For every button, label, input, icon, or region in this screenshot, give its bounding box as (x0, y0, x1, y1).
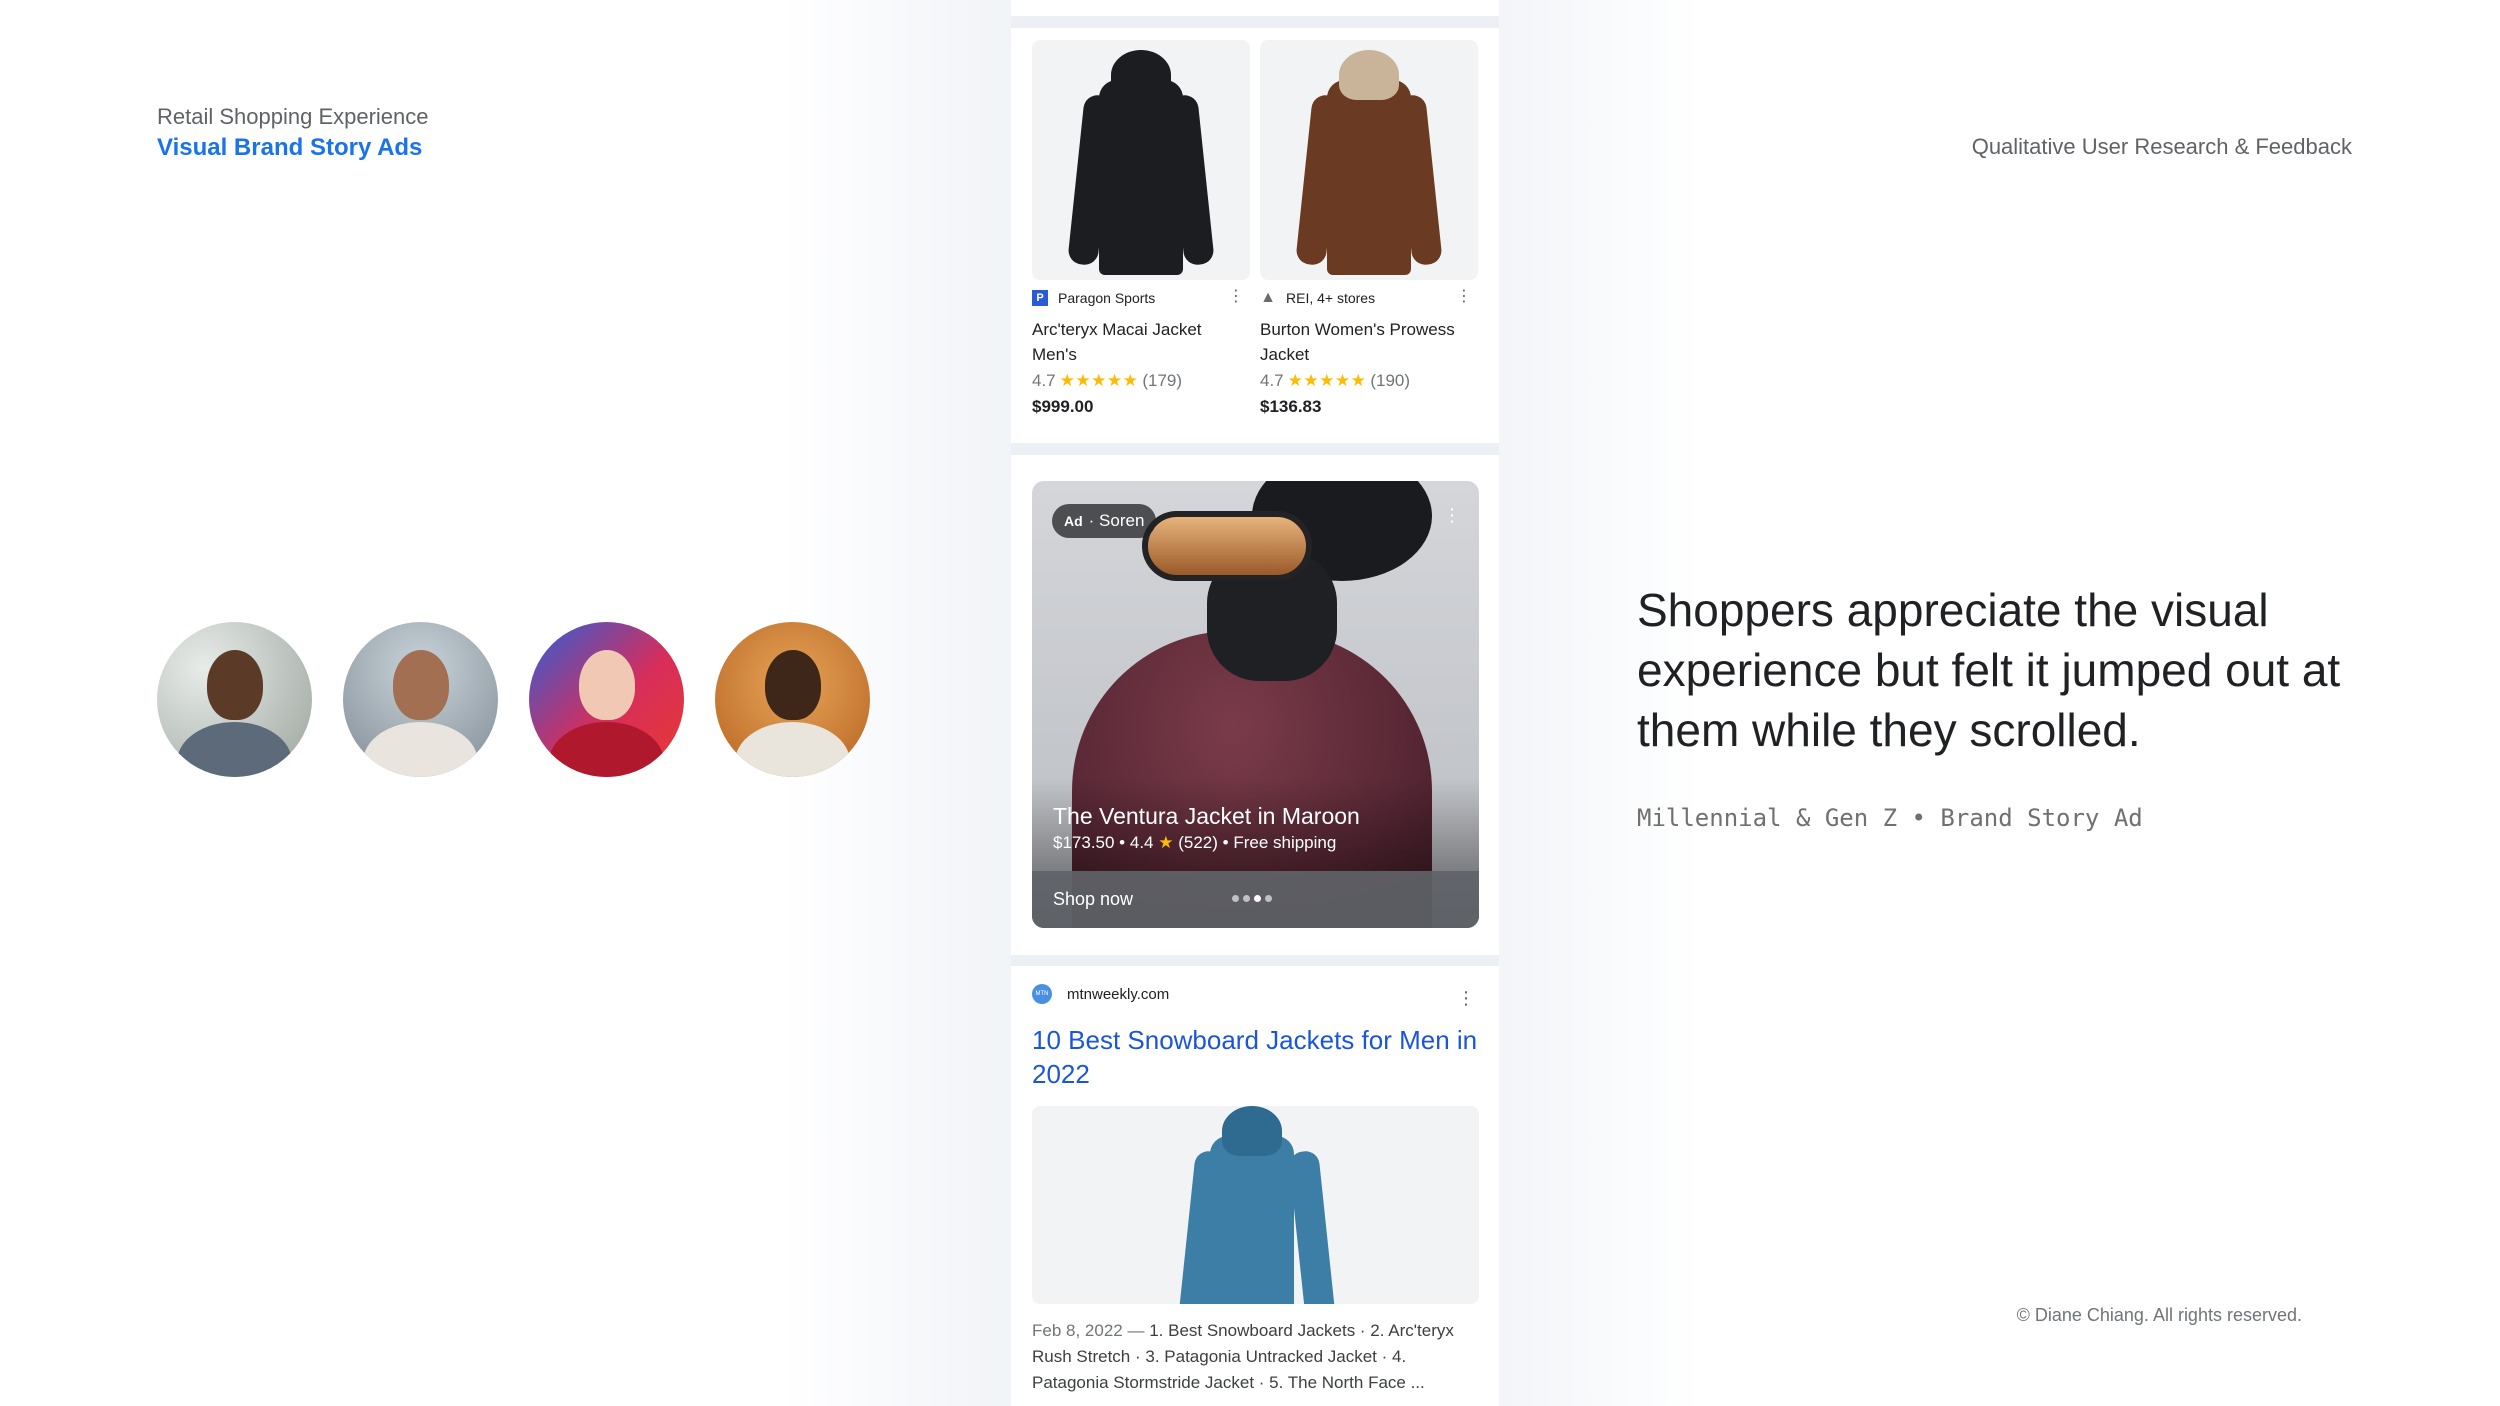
article-date: Feb 8, 2022 — (1032, 1321, 1145, 1340)
ad-product-meta: $173.50 • 4.4 ★ (522) • Free shipping (1053, 833, 1336, 853)
article-result-card: MTN mtnweekly.com ⋮ 10 Best Snowboard Ja… (1011, 966, 1499, 1406)
ad-hero-image[interactable]: Ad · Soren ⋮ The Ventura Jacket in Maroon… (1032, 481, 1479, 928)
paragon-logo-icon: P (1032, 290, 1048, 306)
product-name[interactable]: Burton Women's Prowess Jacket (1260, 317, 1478, 367)
copyright: © Diane Chiang. All rights reserved. (2016, 1305, 2302, 1325)
jacket-image (1178, 1106, 1336, 1304)
carousel-indicator[interactable] (1232, 895, 1272, 902)
ad-rating: 4.4 (1129, 833, 1154, 852)
ad-badge: Ad · Soren (1052, 504, 1157, 538)
carousel-dot-active[interactable] (1254, 895, 1261, 902)
carousel-dot[interactable] (1232, 895, 1239, 902)
tree-icon: ▲ (1260, 289, 1276, 306)
article-title-link[interactable]: 10 Best Snowboard Jackets for Men in 202… (1032, 1023, 1482, 1091)
merchant-row: P Paragon Sports ⋮ (1032, 289, 1250, 307)
avatar (343, 622, 498, 777)
advertiser-name: · Soren (1088, 511, 1145, 530)
more-options-icon[interactable]: ⋮ (1457, 988, 1475, 1009)
shop-now-bar[interactable]: Shop now (1032, 871, 1479, 928)
avatar (529, 622, 684, 777)
product-image[interactable] (1032, 40, 1250, 280)
star-icon: ★ (1158, 833, 1174, 852)
product-name[interactable]: Arc'teryx Macai Jacket Men's (1032, 317, 1250, 367)
ad-label: Ad (1064, 513, 1083, 529)
brand-story-ad-card: Ad · Soren ⋮ The Ventura Jacket in Maroon… (1011, 455, 1499, 955)
goggle-shape (1142, 511, 1312, 581)
more-options-icon[interactable]: ⋮ (1456, 289, 1472, 305)
product-listings-card: P Paragon Sports ⋮ Arc'teryx Macai Jacke… (1011, 28, 1499, 443)
merchant-row: ▲ REI, 4+ stores ⋮ (1260, 289, 1478, 307)
jacket-image (1067, 50, 1215, 275)
product-card[interactable]: ▲ REI, 4+ stores ⋮ Burton Women's Prowes… (1260, 40, 1478, 417)
product-rating: 4.7 ★★★★★ (179) (1032, 371, 1250, 391)
section-kicker: Retail Shopping Experience (157, 104, 429, 129)
merchant-name: Paragon Sports (1058, 290, 1156, 306)
phone-search-results[interactable]: P Paragon Sports ⋮ Arc'teryx Macai Jacke… (1011, 0, 1499, 1406)
more-options-icon[interactable]: ⋮ (1228, 289, 1244, 305)
product-card[interactable]: P Paragon Sports ⋮ Arc'teryx Macai Jacke… (1032, 40, 1250, 417)
product-price: $136.83 (1260, 397, 1322, 416)
section-title: Visual Brand Story Ads (157, 134, 423, 161)
jacket-image (1295, 50, 1443, 275)
insight-segment: Millennial & Gen Z • Brand Story Ad (1637, 804, 2143, 832)
avatar (157, 622, 312, 777)
article-image[interactable] (1032, 1106, 1479, 1304)
site-row: MTN mtnweekly.com (1032, 984, 1169, 1004)
result-card (1011, 0, 1499, 16)
product-image[interactable] (1260, 40, 1478, 280)
ad-price: $173.50 • (1053, 833, 1126, 852)
star-rating-icon: ★★★★★ (1287, 371, 1367, 390)
carousel-dot[interactable] (1265, 895, 1272, 902)
participant-avatars (157, 622, 870, 777)
article-snippet: Feb 8, 2022 — 1. Best Snowboard Jackets … (1032, 1318, 1482, 1396)
avatar (715, 622, 870, 777)
shop-now-button[interactable]: Shop now (1053, 889, 1133, 910)
product-price: $999.00 (1032, 397, 1094, 416)
carousel-dot[interactable] (1243, 895, 1250, 902)
research-label: Qualitative User Research & Feedback (1971, 134, 2352, 159)
product-rating: 4.7 ★★★★★ (190) (1260, 371, 1478, 391)
review-count: (190) (1370, 371, 1411, 390)
rating-value: 4.7 (1032, 371, 1056, 390)
insight-headline: Shoppers appreciate the visual experienc… (1637, 584, 2341, 756)
ad-reviews-shipping: (522) • Free shipping (1178, 833, 1337, 852)
more-options-icon[interactable]: ⋮ (1443, 505, 1461, 526)
site-favicon-icon: MTN (1032, 984, 1052, 1004)
star-rating-icon: ★★★★★ (1059, 371, 1139, 390)
ad-product-title[interactable]: The Ventura Jacket in Maroon (1053, 803, 1360, 830)
merchant-name: REI, 4+ stores (1286, 290, 1376, 306)
site-url: mtnweekly.com (1067, 985, 1170, 1003)
review-count: (179) (1142, 371, 1183, 390)
rating-value: 4.7 (1260, 371, 1284, 390)
